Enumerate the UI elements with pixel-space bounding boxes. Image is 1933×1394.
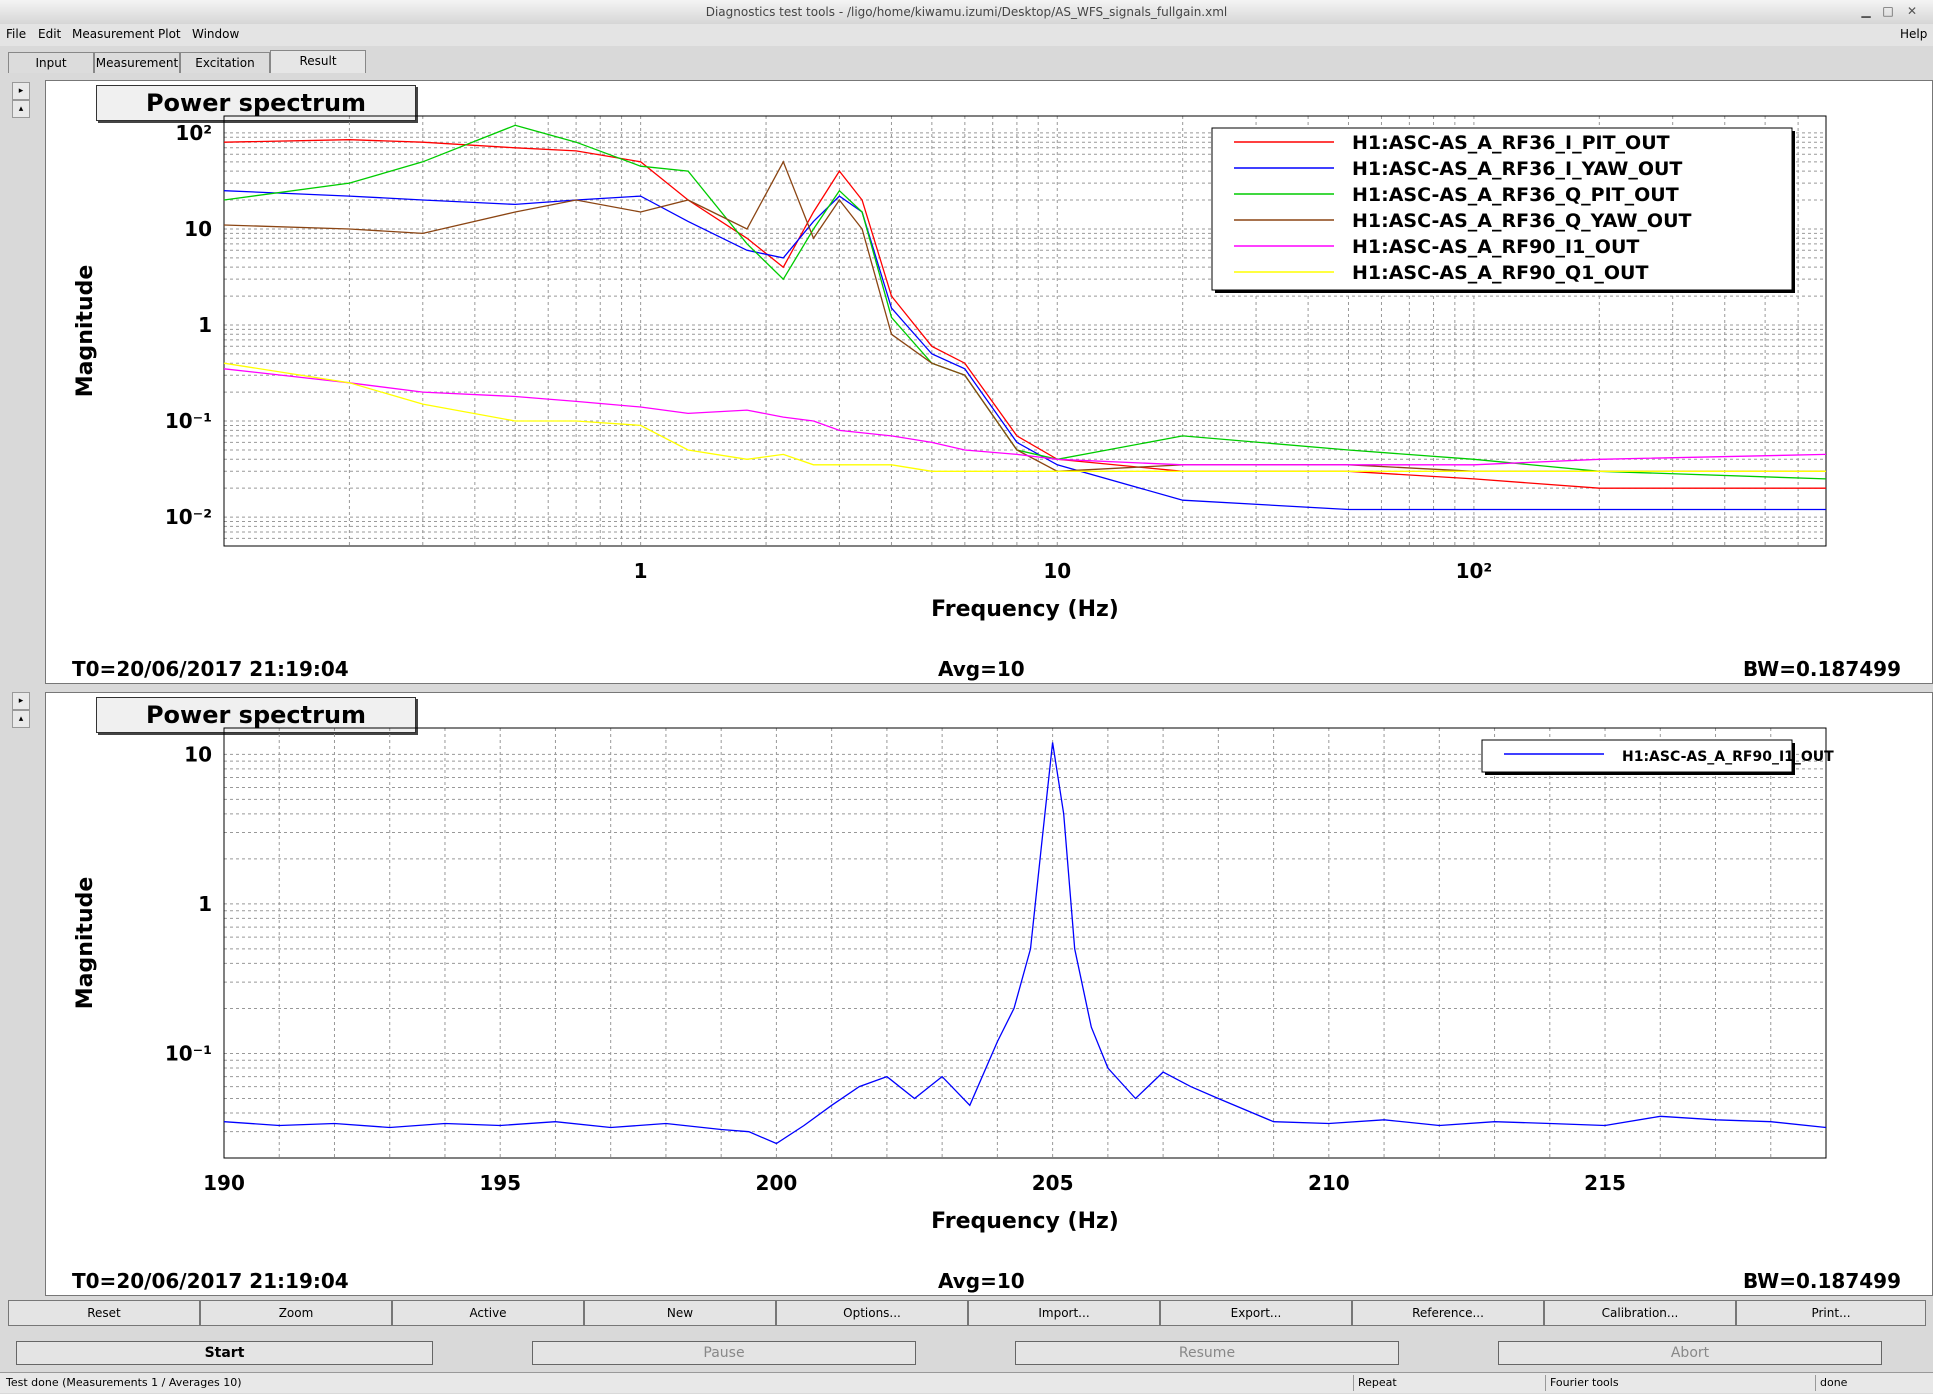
import-button[interactable]: Import... (968, 1300, 1160, 1326)
tab-measurement[interactable]: Measurement (94, 52, 180, 73)
spectrum-plot-2[interactable]: 190 195 200 205 210 215 10 1 10⁻¹ Frequency (Hz) M… (46, 693, 1932, 1295)
y-axis-label: Magnitude (73, 265, 98, 398)
x-axis-label: Frequency (Hz) (931, 597, 1119, 622)
options-button[interactable]: Options... (776, 1300, 968, 1326)
plot-bw: BW=0.187499 (1743, 657, 1901, 681)
y-axis-label: Magnitude (73, 877, 98, 1010)
minimize-icon[interactable]: ▁ (1858, 3, 1874, 19)
tab-result[interactable]: Result (270, 50, 366, 73)
collapse-down-icon[interactable]: ▴ (12, 710, 30, 728)
plot-panel-2: Power spectrum 190 195 200 205 210 215 10 1 10⁻¹… (45, 692, 1933, 1296)
tab-bar: Input Measurement Excitation Result (0, 48, 1933, 74)
print-button[interactable]: Print... (1736, 1300, 1926, 1326)
collapse-up-icon[interactable]: ▸ (12, 692, 30, 710)
menu-bar: File Edit Measurement Plot Window Help (0, 24, 1933, 46)
collapse-down-icon[interactable]: ▴ (12, 100, 30, 118)
status-mode: Repeat (1353, 1375, 1397, 1391)
x-axis-label: Frequency (Hz) (931, 1209, 1119, 1234)
plot-frame (223, 727, 1827, 1159)
x-tick-label: 200 (756, 1171, 798, 1195)
menu-file[interactable]: File (6, 27, 26, 41)
reset-button[interactable]: Reset (8, 1300, 200, 1326)
export-button[interactable]: Export... (1160, 1300, 1352, 1326)
x-tick-label: 195 (479, 1171, 521, 1195)
menu-edit[interactable]: Edit (38, 27, 61, 41)
spectrum-plot-1[interactable]: 1 10 10² 10² 10 1 10⁻¹ 10⁻² Frequency (Hz) Magnit… (46, 81, 1932, 683)
status-tool: Fourier tools (1545, 1375, 1619, 1391)
y-tick-label: 1 (198, 892, 212, 916)
plot-toolbar: Reset Zoom Active New Options... Import.… (8, 1300, 1926, 1326)
plot-t0: T0=20/06/2017 21:19:04 (72, 1269, 349, 1293)
window-titlebar: Diagnostics test tools - /ligo/home/kiwa… (0, 0, 1933, 25)
x-tick-label: 215 (1584, 1171, 1626, 1195)
reference-button[interactable]: Reference... (1352, 1300, 1544, 1326)
zoom-button[interactable]: Zoom (200, 1300, 392, 1326)
window-title: Diagnostics test tools - /ligo/home/kiwa… (705, 5, 1228, 19)
y-tick-label: 10 (184, 742, 212, 766)
menu-window[interactable]: Window (192, 27, 239, 41)
y-tick-label: 10⁻² (165, 505, 212, 529)
pause-button[interactable]: Pause (532, 1341, 916, 1365)
start-button[interactable]: Start (16, 1341, 433, 1365)
plot-t0: T0=20/06/2017 21:19:04 (72, 657, 349, 681)
legend-entry: H1:ASC-AS_A_RF90_I1_OUT (1352, 236, 1639, 258)
y-tick-label: 10⁻¹ (165, 1041, 212, 1065)
x-tick-label: 10 (1043, 559, 1071, 583)
plot-bw: BW=0.187499 (1743, 1269, 1901, 1293)
menu-plot[interactable]: Plot (158, 27, 181, 41)
plot-avg: Avg=10 (938, 657, 1025, 681)
status-state: done (1815, 1375, 1847, 1391)
series-line (223, 742, 1827, 1145)
legend-entry: H1:ASC-AS_A_RF36_Q_YAW_OUT (1352, 210, 1691, 232)
close-icon[interactable]: ✕ (1904, 3, 1920, 19)
legend-entry: H1:ASC-AS_A_RF90_Q1_OUT (1352, 262, 1648, 284)
status-message: Test done (Measurements 1 / Averages 10) (6, 1376, 242, 1389)
legend: H1:ASC-AS_A_RF36_I_PIT_OUT H1:ASC-AS_A_RF… (1211, 127, 1795, 293)
y-tick-label: 10² (175, 121, 212, 145)
plot-area: 190 195 200 205 210 215 10 1 10⁻¹ Frequency (Hz) M… (73, 727, 1834, 1234)
plot-avg: Avg=10 (938, 1269, 1025, 1293)
status-bar: Test done (Measurements 1 / Averages 10)… (0, 1372, 1933, 1393)
menu-measurement[interactable]: Measurement (72, 27, 154, 41)
abort-button[interactable]: Abort (1498, 1341, 1882, 1365)
tab-input[interactable]: Input (8, 52, 94, 73)
menu-help[interactable]: Help (1900, 27, 1927, 41)
legend-entry: H1:ASC-AS_A_RF36_I_PIT_OUT (1352, 132, 1670, 154)
x-tick-label: 190 (203, 1171, 245, 1195)
collapse-up-icon[interactable]: ▸ (12, 82, 30, 100)
x-tick-label: 1 (634, 559, 648, 583)
resume-button[interactable]: Resume (1015, 1341, 1399, 1365)
legend: H1:ASC-AS_A_RF90_I1_OUT (1481, 739, 1834, 775)
y-tick-label: 10 (184, 217, 212, 241)
tab-excitation[interactable]: Excitation (180, 52, 270, 73)
new-button[interactable]: New (584, 1300, 776, 1326)
x-tick-label: 205 (1032, 1171, 1074, 1195)
x-tick-label: 10² (1456, 559, 1493, 583)
x-tick-label: 210 (1308, 1171, 1350, 1195)
plot-panel-1: Power spectrum 1 10 10² 10² 10 1 10⁻¹ 10⁻² Frequ… (45, 80, 1933, 684)
legend-entry: H1:ASC-AS_A_RF36_Q_PIT_OUT (1352, 184, 1679, 206)
y-tick-label: 1 (198, 313, 212, 337)
active-button[interactable]: Active (392, 1300, 584, 1326)
calibration-button[interactable]: Calibration... (1544, 1300, 1736, 1326)
legend-entry: H1:ASC-AS_A_RF90_I1_OUT (1622, 749, 1834, 765)
legend-entry: H1:ASC-AS_A_RF36_I_YAW_OUT (1352, 158, 1682, 180)
maximize-icon[interactable]: □ (1880, 3, 1896, 19)
y-tick-label: 10⁻¹ (165, 409, 212, 433)
plot-area: 1 10 10² 10² 10 1 10⁻¹ 10⁻² Frequency (Hz) Magnit… (73, 115, 1827, 622)
